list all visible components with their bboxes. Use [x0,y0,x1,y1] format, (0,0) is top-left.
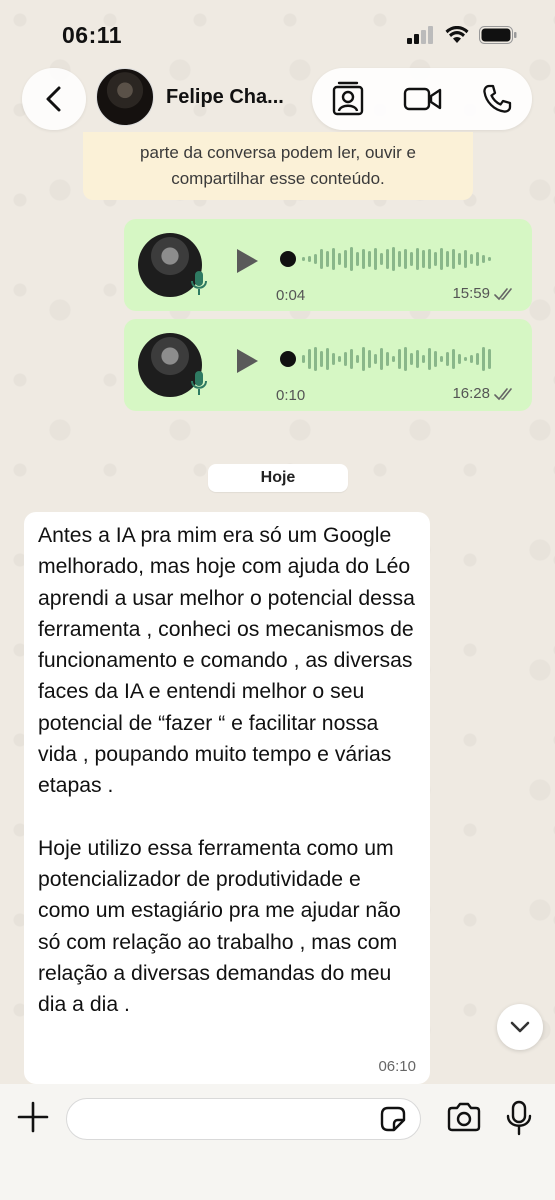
battery-icon [479,26,517,44]
message-time: 16:28 [452,385,516,402]
message-time-label: 16:28 [452,385,490,402]
notice-banner: parte da conversa podem ler, ouvir e com… [83,132,473,200]
input-bar [0,1084,555,1200]
phone-icon[interactable] [481,83,513,115]
chevron-left-icon [46,86,61,112]
message-time: 06:10 [378,1057,416,1075]
message-time-label: 15:59 [452,285,490,302]
voice-duration: 0:10 [276,387,306,404]
scroll-down-button[interactable] [497,1004,543,1050]
double-check-icon [494,387,512,400]
plus-icon[interactable] [16,1100,50,1134]
date-chip: Hoje [208,464,348,492]
message-time: 15:59 [452,285,516,302]
status-icons [407,26,517,44]
camera-icon[interactable] [446,1102,482,1132]
play-icon[interactable] [234,347,260,375]
voice-message[interactable]: 0:10 16:28 [124,319,532,411]
message-paragraph: Antes a IA pra mim era só um Google melh… [38,524,415,798]
avatar[interactable] [96,68,154,126]
voice-message[interactable]: 0:04 15:59 [124,219,532,311]
microphone-icon[interactable] [506,1100,532,1136]
double-check-icon [494,287,512,300]
microphone-icon [191,271,207,295]
microphone-icon [191,371,207,395]
message-paragraph: Hoje utilizo essa ferramenta como um pot… [38,836,401,1017]
status-time: 06:11 [62,22,123,48]
wifi-icon [445,26,469,43]
voice-duration: 0:04 [276,287,306,304]
signal-icon [407,26,433,44]
play-icon[interactable] [234,247,260,275]
sticker-icon[interactable] [378,1104,408,1134]
waveform[interactable] [276,243,506,275]
back-button[interactable] [22,68,86,130]
message-input[interactable] [66,1098,421,1140]
status-bar: 06:11 [0,0,555,66]
waveform[interactable] [276,343,506,375]
chat-header: Felipe Cha... [0,66,555,132]
contact-info[interactable]: Felipe Cha... [96,68,284,126]
contact-card-icon[interactable] [331,81,365,117]
notice-line-2: compartilhar esse conteúdo. [171,169,385,188]
contact-name[interactable]: Felipe Cha... [166,86,284,109]
video-icon[interactable] [403,86,443,112]
message-bubble[interactable]: Antes a IA pra mim era só um Google melh… [24,512,430,1084]
notice-line-1: parte da conversa podem ler, ouvir e [140,143,416,162]
header-actions [312,68,532,130]
chevron-down-icon [510,1021,530,1033]
